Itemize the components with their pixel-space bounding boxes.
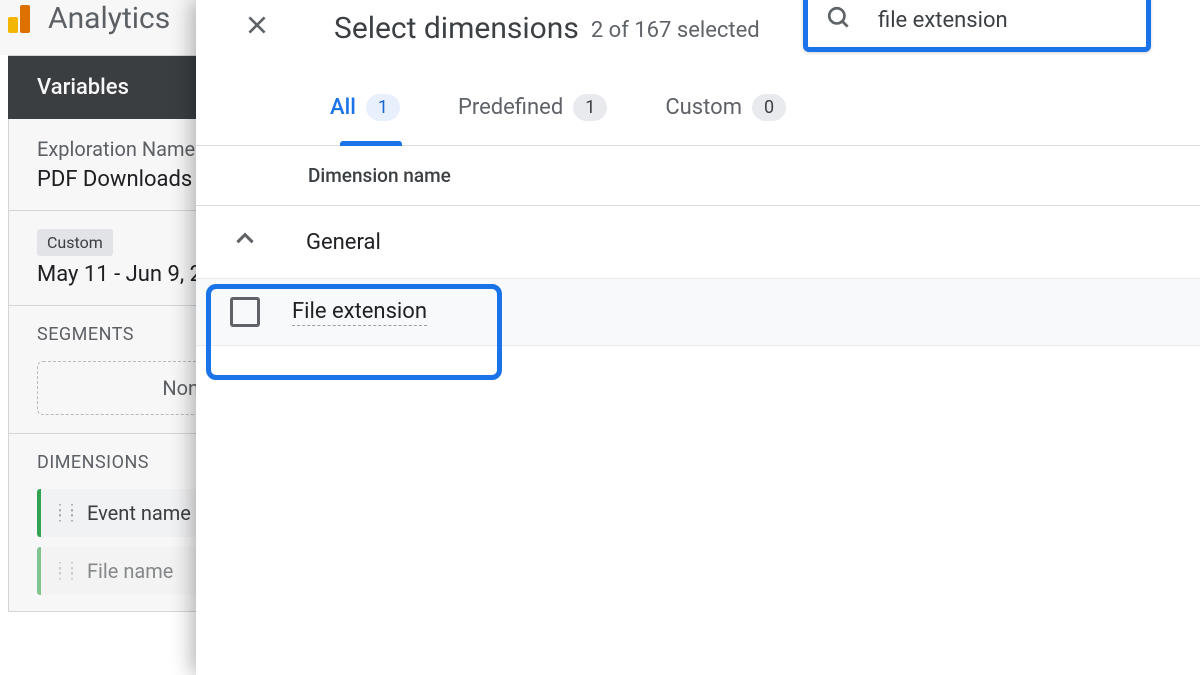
tab-predefined[interactable]: Predefined 1 — [458, 70, 607, 145]
dimension-checkbox[interactable] — [230, 297, 260, 327]
dimension-chip-label: Event name — [87, 501, 191, 525]
dimension-name: File extension — [292, 299, 427, 326]
dimension-chip-label: File name — [87, 559, 173, 583]
tab-count-badge: 1 — [366, 94, 400, 121]
tab-count-badge: 0 — [752, 94, 786, 121]
column-header: Dimension name — [196, 146, 1200, 206]
drag-handle-icon: ⋮⋮⋮⋮ — [53, 565, 77, 577]
tab-all[interactable]: All 1 — [330, 70, 400, 145]
chevron-up-icon — [232, 226, 258, 258]
app-title: Analytics — [48, 1, 170, 36]
tab-custom[interactable]: Custom 0 — [665, 70, 786, 145]
drag-handle-icon: ⋮⋮⋮⋮ — [53, 507, 77, 519]
tab-label: Predefined — [458, 95, 563, 120]
tabs-row: All 1 Predefined 1 Custom 0 — [196, 70, 1200, 146]
tab-label: All — [330, 95, 356, 120]
tab-count-badge: 1 — [573, 94, 607, 121]
modal-subtitle: 2 of 167 selected — [591, 18, 760, 43]
group-name: General — [306, 230, 381, 255]
dimension-group-header[interactable]: General — [196, 206, 1200, 279]
dimension-row-file-extension[interactable]: File extension — [196, 279, 1200, 346]
modal-header: Select dimensions 2 of 167 selected — [196, 0, 1200, 70]
close-icon[interactable] — [244, 12, 270, 45]
date-chip: Custom — [37, 229, 113, 256]
analytics-logo-icon — [8, 5, 30, 33]
search-icon — [826, 5, 852, 35]
tab-label: Custom — [665, 95, 742, 120]
search-input[interactable] — [878, 8, 1128, 33]
modal-title: Select dimensions — [334, 11, 579, 46]
select-dimensions-modal: Select dimensions 2 of 167 selected All … — [196, 0, 1200, 675]
search-box[interactable] — [803, 0, 1151, 52]
